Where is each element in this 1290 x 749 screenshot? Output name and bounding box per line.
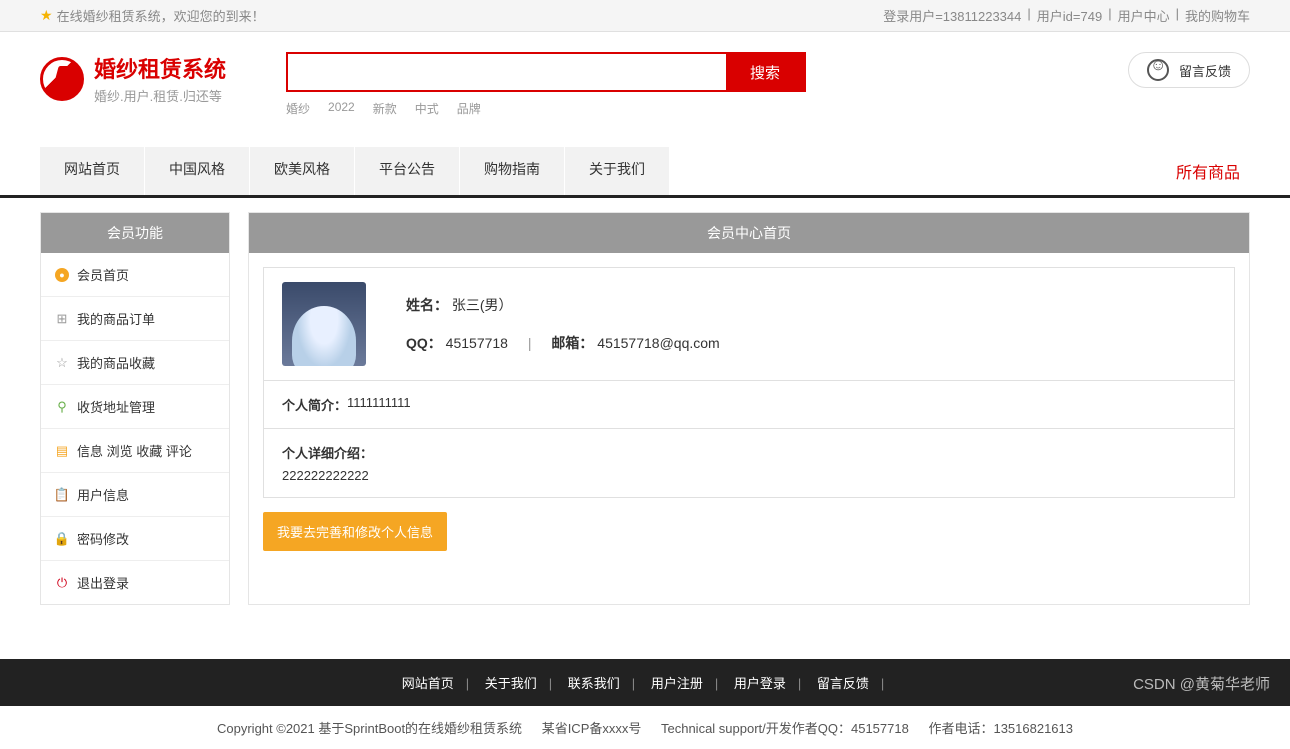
sidebar-item-label: 收货地址管理	[77, 397, 155, 416]
document-icon: ▤	[55, 444, 69, 458]
sidebar-item-address[interactable]: ⚲ 收货地址管理	[41, 385, 229, 429]
info-row-basic: 姓名： 张三(男） QQ： 45157718 | 邮箱： 45157718@qq…	[264, 268, 1234, 381]
search-input[interactable]	[288, 54, 726, 90]
edit-profile-button[interactable]: 我要去完善和修改个人信息	[263, 512, 447, 551]
location-icon: ⚲	[55, 400, 69, 414]
logo-icon	[40, 57, 84, 101]
contact-line: QQ： 45157718 | 邮箱： 45157718@qq.com	[406, 333, 1216, 353]
sidebar-item-label: 我的商品收藏	[77, 353, 155, 372]
user-id[interactable]: 用户id=749	[1037, 6, 1102, 25]
sidebar: 会员功能 ● 会员首页 ⊞ 我的商品订单 ☆ 我的商品收藏 ⚲ 收货地址管理 ▤…	[40, 212, 230, 605]
tag-brand[interactable]: 品牌	[457, 100, 481, 117]
content-panel: 会员中心首页 姓名： 张三(男） QQ： 45157718 | 邮箱： 4515…	[248, 212, 1250, 605]
sidebar-item-label: 密码修改	[77, 529, 129, 548]
nav-shopping-guide[interactable]: 购物指南	[460, 147, 564, 195]
watermark: CSDN @黄菊华老师	[1133, 673, 1270, 694]
footer-home[interactable]: 网站首页	[402, 676, 454, 691]
footer-feedback[interactable]: 留言反馈	[817, 676, 869, 691]
detail-label: 个人详细介绍：	[282, 443, 373, 462]
sidebar-item-label: 用户信息	[77, 485, 129, 504]
detail-value: 222222222222	[282, 468, 369, 483]
email-label: 邮箱：	[551, 335, 593, 351]
content-title: 会员中心首页	[249, 213, 1249, 253]
info-box: 姓名： 张三(男） QQ： 45157718 | 邮箱： 45157718@qq…	[263, 267, 1235, 498]
user-center-link[interactable]: 用户中心	[1118, 6, 1170, 25]
search-area: 搜索 婚纱 2022 新款 中式 品牌	[286, 52, 806, 117]
welcome-text: 在线婚纱租赁系统，欢迎您的到来！	[57, 6, 265, 25]
footer-register[interactable]: 用户注册	[651, 676, 703, 691]
star-icon: ★	[40, 7, 53, 24]
search-button[interactable]: 搜索	[726, 54, 804, 90]
nav-all-products[interactable]: 所有商品	[1166, 147, 1250, 195]
topbar-left: ★ 在线婚纱租赁系统，欢迎您的到来！	[40, 6, 265, 25]
qq-label: QQ：	[406, 335, 442, 351]
login-user[interactable]: 登录用户=13811223344	[883, 6, 1021, 25]
tag-2022[interactable]: 2022	[328, 100, 355, 117]
footer-about[interactable]: 关于我们	[485, 676, 537, 691]
nav-chinese-style[interactable]: 中国风格	[145, 147, 249, 195]
site-subtitle: 婚纱.用户.租赁.归还等	[94, 86, 226, 105]
qq-value: 45157718	[446, 335, 508, 351]
topbar: ★ 在线婚纱租赁系统，欢迎您的到来！ 登录用户=13811223344| 用户i…	[0, 0, 1290, 32]
copyright-text: Copyright ©2021 基于SprintBoot的在线婚纱租赁系统	[217, 721, 522, 736]
header: 婚纱租赁系统 婚纱.用户.租赁.归还等 搜索 婚纱 2022 新款 中式 品牌 …	[0, 32, 1290, 137]
sidebar-item-label: 我的商品订单	[77, 309, 155, 328]
sidebar-item-home[interactable]: ● 会员首页	[41, 253, 229, 297]
topbar-right: 登录用户=13811223344| 用户id=749| 用户中心| 我的购物车	[883, 6, 1250, 25]
search-box: 搜索	[286, 52, 806, 92]
power-icon: ⏻	[55, 576, 69, 590]
bio-label: 个人简介：	[282, 395, 347, 414]
info-row-bio: 个人简介： 1111111111	[264, 381, 1234, 429]
headset-icon	[1147, 59, 1169, 81]
avatar	[282, 282, 366, 366]
nav-announcement[interactable]: 平台公告	[355, 147, 459, 195]
tag-new[interactable]: 新款	[373, 100, 397, 117]
logo-area[interactable]: 婚纱租赁系统 婚纱.用户.租赁.归还等	[40, 52, 226, 105]
name-value: 张三(男）	[452, 297, 513, 313]
sidebar-item-messages[interactable]: ▤ 信息 浏览 收藏 评论	[41, 429, 229, 473]
sidebar-item-password[interactable]: 🔒 密码修改	[41, 517, 229, 561]
icp-text: 某省ICP备xxxx号	[542, 721, 642, 736]
lock-icon: 🔒	[55, 532, 69, 546]
separator: |	[528, 335, 532, 351]
sidebar-item-logout[interactable]: ⏻ 退出登录	[41, 561, 229, 604]
cart-link[interactable]: 我的购物车	[1185, 6, 1250, 25]
footer-contact[interactable]: 联系我们	[568, 676, 620, 691]
nav-about[interactable]: 关于我们	[565, 147, 669, 195]
sidebar-item-label: 信息 浏览 收藏 评论	[77, 441, 192, 460]
name-label: 姓名：	[406, 297, 448, 313]
nav-western-style[interactable]: 欧美风格	[250, 147, 354, 195]
footer-login[interactable]: 用户登录	[734, 676, 786, 691]
info-row-detail: 个人详细介绍： 222222222222	[264, 429, 1234, 497]
home-icon: ●	[55, 268, 69, 282]
nav-home[interactable]: 网站首页	[40, 147, 144, 195]
feedback-button[interactable]: 留言反馈	[1128, 52, 1250, 88]
author-phone: 作者电话：13516821613	[928, 721, 1073, 736]
search-tags: 婚纱 2022 新款 中式 品牌	[286, 100, 806, 117]
name-line: 姓名： 张三(男）	[406, 295, 1216, 315]
info-fields: 姓名： 张三(男） QQ： 45157718 | 邮箱： 45157718@qq…	[406, 295, 1216, 353]
sidebar-item-label: 退出登录	[77, 573, 129, 592]
sidebar-item-userinfo[interactable]: 📋 用户信息	[41, 473, 229, 517]
clipboard-icon: 📋	[55, 488, 69, 502]
feedback-label: 留言反馈	[1179, 61, 1231, 80]
email-value: 45157718@qq.com	[597, 335, 719, 351]
logo-text: 婚纱租赁系统 婚纱.用户.租赁.归还等	[94, 52, 226, 105]
star-icon: ☆	[55, 356, 69, 370]
main-nav: 网站首页 中国风格 欧美风格 平台公告 购物指南 关于我们 所有商品	[0, 147, 1290, 198]
sidebar-item-orders[interactable]: ⊞ 我的商品订单	[41, 297, 229, 341]
sidebar-item-label: 会员首页	[77, 265, 129, 284]
tag-chinese[interactable]: 中式	[415, 100, 439, 117]
bio-value: 1111111111	[347, 395, 411, 410]
main-content: 会员功能 ● 会员首页 ⊞ 我的商品订单 ☆ 我的商品收藏 ⚲ 收货地址管理 ▤…	[0, 198, 1290, 619]
sidebar-title: 会员功能	[41, 213, 229, 253]
copyright: Copyright ©2021 基于SprintBoot的在线婚纱租赁系统 某省…	[0, 706, 1290, 749]
tag-wedding[interactable]: 婚纱	[286, 100, 310, 117]
tech-support: Technical support/开发作者QQ：45157718	[661, 721, 909, 736]
order-icon: ⊞	[55, 312, 69, 326]
footer: 网站首页| 关于我们| 联系我们| 用户注册| 用户登录| 留言反馈|	[0, 659, 1290, 706]
site-title: 婚纱租赁系统	[94, 52, 226, 84]
sidebar-item-favorites[interactable]: ☆ 我的商品收藏	[41, 341, 229, 385]
